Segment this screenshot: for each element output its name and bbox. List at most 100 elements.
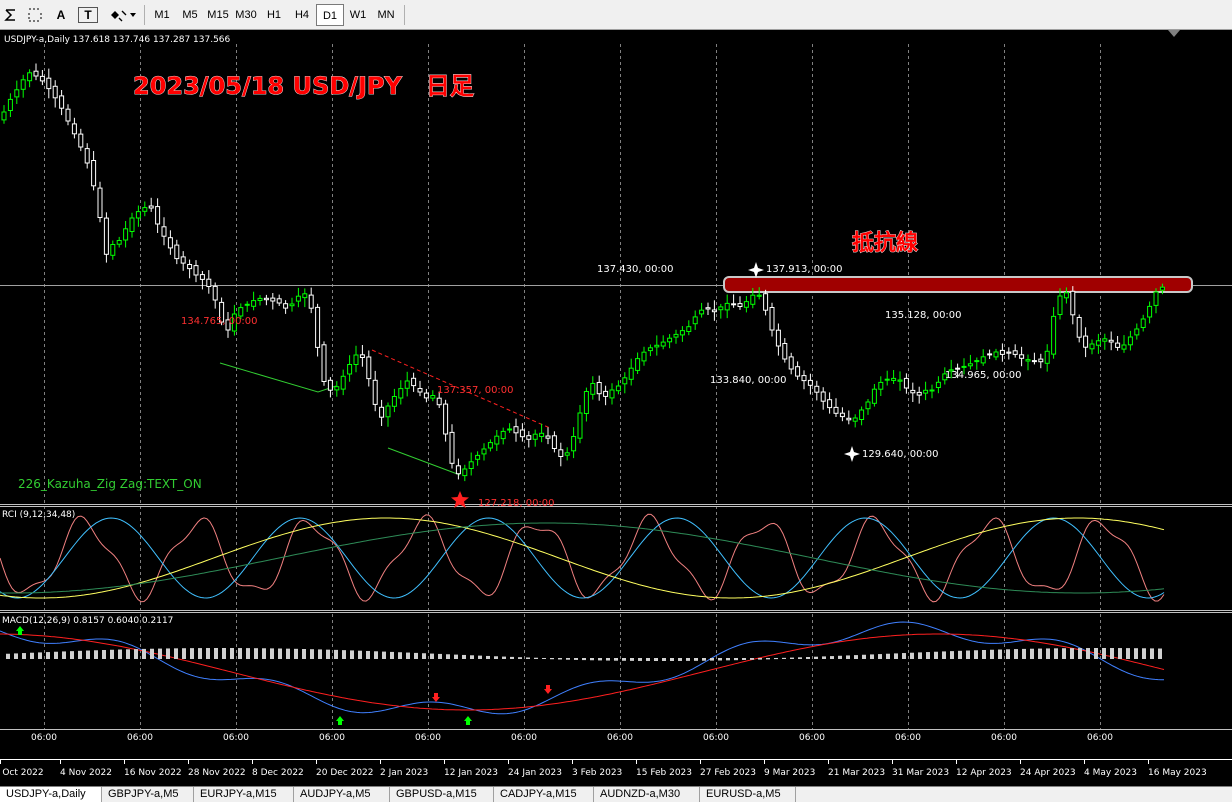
candle-body xyxy=(1063,292,1069,299)
candle-body xyxy=(487,442,493,449)
candle-body xyxy=(974,360,980,363)
candle-body xyxy=(692,316,698,325)
timeframe-h4[interactable]: H4 xyxy=(288,4,316,26)
macd-histogram-bar xyxy=(358,650,362,659)
candle-body xyxy=(583,391,589,414)
tab-audnzd-m30[interactable]: AUDNZD-a,M30 xyxy=(594,787,700,802)
macd-histogram-bar xyxy=(614,658,618,661)
zigzag-label: 137.913, 00:00 xyxy=(766,264,843,275)
candle-body xyxy=(270,297,276,302)
macd-histogram-bar xyxy=(710,658,714,661)
candle-body xyxy=(1070,290,1076,316)
tab-usdjpy-daily[interactable]: USDJPY-a,Daily xyxy=(0,787,102,802)
timeframe-mn[interactable]: MN xyxy=(372,4,400,26)
macd-histogram-bar xyxy=(38,652,42,659)
macd-histogram-bar xyxy=(926,652,930,659)
macd-histogram-bar xyxy=(78,650,82,659)
candle-body xyxy=(1057,295,1063,315)
candle-body xyxy=(1095,340,1101,346)
macd-histogram-bar xyxy=(582,658,586,661)
macd-histogram-bar xyxy=(766,658,770,660)
candle-body xyxy=(545,435,551,439)
macd-histogram-bar xyxy=(494,656,498,659)
macd-histogram-bar xyxy=(166,648,170,659)
candle-body xyxy=(33,70,39,77)
candle-body xyxy=(481,448,487,455)
macd-histogram-bar xyxy=(238,648,242,659)
macd-histogram-bar xyxy=(1070,648,1074,659)
candle-body xyxy=(283,303,289,309)
zigzag-label: 133.840, 00:00 xyxy=(710,375,787,386)
candle-body xyxy=(699,309,705,315)
macd-histogram-bar xyxy=(694,658,698,661)
candle-body xyxy=(417,388,423,393)
candle-body xyxy=(1076,317,1082,338)
macd-histogram-bar xyxy=(6,653,10,659)
text-label-icon[interactable]: T xyxy=(78,7,98,23)
time-mark: 06:00 xyxy=(415,733,441,743)
candle-body xyxy=(820,391,826,402)
sigma-icon[interactable] xyxy=(2,4,20,26)
tab-gbpusd-m15[interactable]: GBPUSD-a,M15 xyxy=(390,787,494,802)
candle-body xyxy=(859,409,865,420)
candle-body xyxy=(1115,342,1121,348)
candle-body xyxy=(366,356,372,380)
candle-body xyxy=(20,79,26,90)
candle-body xyxy=(1089,343,1095,350)
timeframe-d1[interactable]: D1 xyxy=(316,4,344,26)
candle-body xyxy=(590,383,596,395)
candle-body xyxy=(39,75,45,82)
candle-body xyxy=(321,344,327,382)
macd-histogram-bar xyxy=(934,651,938,659)
candle-body xyxy=(750,294,756,305)
candle-body xyxy=(1140,318,1146,328)
timeframe-m30[interactable]: M30 xyxy=(232,4,260,26)
tab-cadjpy-m15[interactable]: CADJPY-a,M15 xyxy=(494,787,594,802)
text-icon[interactable]: A xyxy=(52,4,70,26)
timeframe-m1[interactable]: M1 xyxy=(148,4,176,26)
tab-eurusd-m5[interactable]: EURUSD-a,M5 xyxy=(700,787,796,802)
candle-body xyxy=(142,207,148,212)
macd-histogram-bar xyxy=(838,655,842,659)
candle-body xyxy=(827,399,833,409)
macd-histogram-bar xyxy=(22,653,26,659)
candle-body xyxy=(667,337,673,343)
macd-histogram-bar xyxy=(846,655,850,659)
tab-gbpjpy-m5[interactable]: GBPJPY-a,M5 xyxy=(102,787,194,802)
candle-body xyxy=(129,217,135,232)
date-label: 16 Nov 2022 xyxy=(124,768,182,778)
candle-body xyxy=(97,187,103,219)
date-label: 12 Jan 2023 xyxy=(444,768,498,778)
candle-body xyxy=(308,294,314,309)
macd-histogram-bar xyxy=(254,648,258,659)
candle-body xyxy=(846,417,852,421)
candle-body xyxy=(686,326,692,333)
candle-body xyxy=(1121,344,1127,350)
timeframe-h1[interactable]: H1 xyxy=(260,4,288,26)
candle-body xyxy=(865,401,871,410)
candle-body xyxy=(334,386,340,391)
candle-body xyxy=(558,449,564,457)
candle-body xyxy=(276,298,282,304)
candle-body xyxy=(251,300,257,307)
timeframe-w1[interactable]: W1 xyxy=(344,4,372,26)
tab-eurjpy-m15[interactable]: EURJPY-a,M15 xyxy=(194,787,294,802)
timeframe-m15[interactable]: M15 xyxy=(204,4,232,26)
candle-body xyxy=(935,381,941,388)
candle-body xyxy=(46,77,52,90)
macd-histogram-bar xyxy=(990,649,994,659)
crosshair-icon[interactable] xyxy=(24,4,46,26)
candle-body xyxy=(967,363,973,367)
timeframe-m5[interactable]: M5 xyxy=(176,4,204,26)
candle-body xyxy=(673,333,679,338)
macd-histogram-bar xyxy=(350,650,354,659)
candle-body xyxy=(852,417,858,422)
price-chart[interactable]: USDJPY-a,Daily 137.618 137.746 137.287 1… xyxy=(0,30,1232,786)
shapes-icon[interactable] xyxy=(108,4,138,26)
macd-histogram-bar xyxy=(1150,648,1154,659)
macd-histogram-bar xyxy=(750,658,754,660)
macd-histogram-bar xyxy=(438,653,442,659)
candle-body xyxy=(1108,339,1114,343)
candle-body xyxy=(923,389,929,394)
tab-audjpy-m5[interactable]: AUDJPY-a,M5 xyxy=(294,787,390,802)
